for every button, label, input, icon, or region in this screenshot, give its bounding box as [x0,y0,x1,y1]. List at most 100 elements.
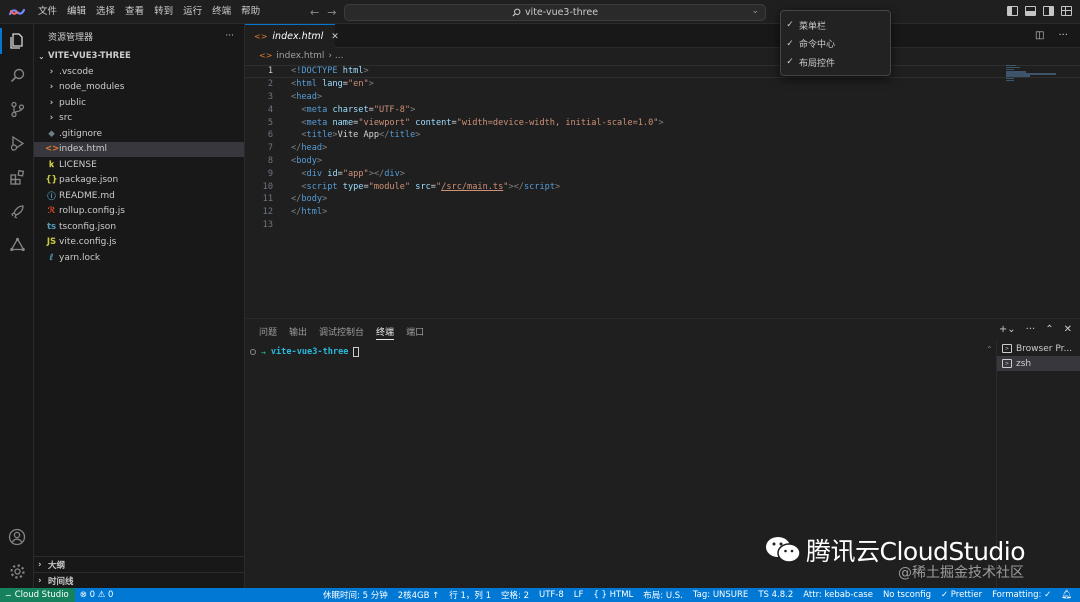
menu-edit[interactable]: 编辑 [62,0,91,24]
menu-item-layout-controls[interactable]: ✓ 布局控件 [781,53,890,72]
tab-debug-console[interactable]: 调试控制台 [313,319,370,343]
tree-item[interactable]: › src [34,111,244,127]
menu-help[interactable]: 帮助 [236,0,265,24]
tab-terminal[interactable]: 终端 [370,319,400,343]
arrow-left-icon[interactable]: ← [310,6,319,19]
cloud-network-icon[interactable] [0,228,34,262]
status-eol[interactable]: LF [569,590,589,600]
breadcrumb-file[interactable]: index.html [276,51,324,61]
status-machine[interactable]: 2核4GB ↑ [393,589,445,601]
tab-output[interactable]: 输出 [283,319,313,343]
split-editor-icon[interactable]: ◫ [1035,30,1044,41]
tree-item-label: index.html [59,144,107,155]
maximize-panel-icon[interactable]: ⌃ [1045,324,1053,335]
new-terminal-icon[interactable]: +⌄ [999,324,1016,335]
menu-item-command-center[interactable]: ✓ 命令中心 [781,35,890,54]
menu-selection[interactable]: 选择 [91,0,120,24]
terminal-item-zsh[interactable]: > zsh [997,356,1080,371]
code-line: 3 <head> [267,91,323,102]
tree-item[interactable]: ℛrollup.config.js [34,204,244,220]
terminal-cursor [353,347,360,357]
menu-go[interactable]: 转到 [149,0,178,24]
tab-problems[interactable]: 问题 [253,319,283,343]
close-icon[interactable]: ✕ [331,32,339,42]
toggle-primary-sidebar-icon[interactable] [1007,6,1018,16]
status-keyboard-layout[interactable]: 布局: U.S. [638,589,688,601]
tree-item[interactable]: › .vscode [34,64,244,80]
editor-area: <> index.html ✕ ◫ ··· <> index.html › ..… [245,24,1080,318]
menu-item-menubar[interactable]: ✓ 菜单栏 [781,16,890,35]
tree-item[interactable]: › public [34,95,244,111]
menu-run[interactable]: 运行 [178,0,207,24]
menu-terminal[interactable]: 终端 [207,0,236,24]
scroll-up-icon[interactable]: ⌃ [986,345,993,354]
tree-item[interactable]: 𝐤 LICENSE [34,157,244,173]
notifications-bell-icon[interactable]: 🔔︎ [1056,590,1080,600]
status-prettier[interactable]: ✓ Prettier [936,590,987,600]
menu-view[interactable]: 查看 [120,0,149,24]
explorer-icon[interactable] [0,24,34,58]
tab-ports[interactable]: 端口 [400,319,430,343]
search-activity-icon[interactable] [0,58,34,92]
more-actions-icon[interactable]: ··· [1026,324,1036,335]
command-center[interactable]: vite-vue3-three ⌄ [344,4,766,21]
arrow-right-icon[interactable]: → [327,6,336,19]
tree-item[interactable]: ℓ yarn.lock [34,250,244,266]
status-ts-version[interactable]: TS 4.8.2 [753,590,798,600]
timeline-section[interactable]: › 时间线 [34,572,245,588]
more-actions-icon[interactable]: ··· [1058,30,1068,41]
tree-item-label: yarn.lock [59,252,101,263]
settings-gear-icon[interactable] [0,554,34,588]
terminal-item-browser-preview[interactable]: > Browser Pr... [997,341,1080,356]
code-line: 6 <title>Vite App</title> [267,130,421,141]
status-sleep-time[interactable]: 休眠时间: 5 分钟 [318,589,393,601]
status-formatting[interactable]: Formatting: ✓ [987,590,1056,600]
tree-item[interactable]: ts tsconfig.json [34,219,244,235]
panel-actions: +⌄ ··· ⌃ ✕ [999,324,1072,335]
status-encoding[interactable]: UTF-8 [534,590,569,600]
cloud-studio-logo-icon: ∽ [5,590,12,600]
status-indent[interactable]: 空格: 2 [496,589,534,601]
status-tag[interactable]: Tag: UNSURE [688,590,753,600]
remote-indicator[interactable]: ∽ Cloud Studio [0,588,75,602]
tree-item[interactable]: ⓘ README.md [34,188,244,204]
run-debug-icon[interactable] [0,126,34,160]
search-icon [512,8,521,17]
menu-file[interactable]: 文件 [33,0,62,24]
outline-section[interactable]: › 大纲 [34,556,245,572]
extensions-icon[interactable] [0,160,34,194]
code-line: 13 [262,219,273,230]
more-actions-icon[interactable]: ··· [225,31,234,41]
tree-item[interactable]: JS vite.config.js [34,235,244,251]
toggle-panel-icon[interactable] [1025,6,1036,16]
tree-item[interactable]: ◆ .gitignore [34,126,244,142]
toggle-secondary-sidebar-icon[interactable] [1043,6,1054,16]
problems-count[interactable]: ⊗ 0 ⚠ 0 [75,590,119,600]
code-line: 8 <body> [267,155,323,166]
workspace-folder[interactable]: ⌄ VITE-VUE3-THREE [34,48,244,64]
close-icon[interactable]: ✕ [1064,324,1072,335]
status-tsconfig[interactable]: No tsconfig [878,590,936,600]
breadcrumb-separator[interactable]: › ... [328,51,343,61]
terminal-icon: > [1002,344,1012,353]
tree-item[interactable]: {} package.json [34,173,244,189]
breadcrumb: <> index.html › ... [245,48,1080,63]
file-type-icon: ◆ [48,128,55,139]
status-attr-case[interactable]: Attr: kebab-case [798,590,878,600]
tree-item[interactable]: <> index.html [34,141,244,157]
rocket-icon[interactable] [0,194,34,228]
code-line: 10 <script type="module" src="/src/main.… [262,181,561,192]
panel-tabs: 问题 输出 调试控制台 终端 端口 +⌄ ··· ⌃ ✕ [245,319,1080,343]
source-control-icon[interactable] [0,92,34,126]
account-icon[interactable] [0,520,34,554]
chevron-down-icon[interactable]: ⌄ [751,6,759,16]
minimap[interactable] [1006,65,1066,85]
status-cursor-position[interactable]: 行 1，列 1 [444,589,496,601]
explorer-sidebar: 资源管理器 ··· ⌄ VITE-VUE3-THREE › .vscode › nod… [34,24,245,588]
code-editor[interactable]: 1 <!DOCTYPE html> 2 <html lang="en"> 3 <hea… [245,65,1080,231]
terminal-output[interactable]: → vite-vue3-three [245,347,996,357]
customize-layout-icon[interactable] [1061,6,1072,16]
tab-index-html[interactable]: <> index.html ✕ [245,24,339,48]
status-language[interactable]: { } HTML [588,590,638,600]
tree-item[interactable]: › node_modules [34,80,244,96]
